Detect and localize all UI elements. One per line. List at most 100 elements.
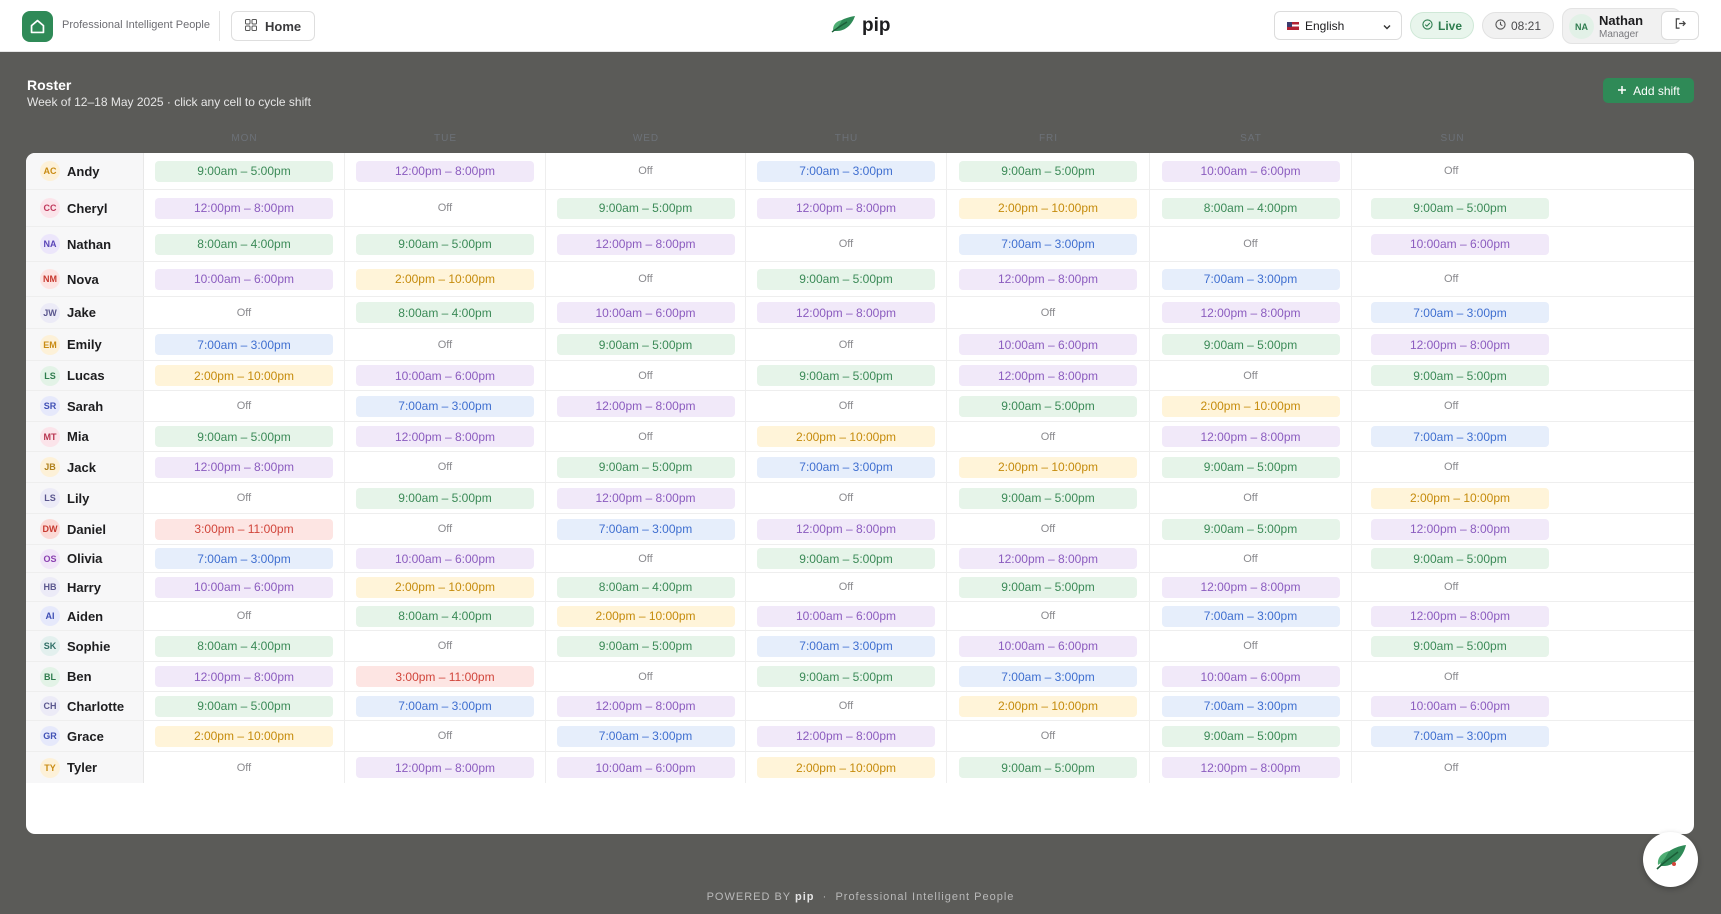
shift-cell-thu[interactable]: Off	[746, 483, 947, 513]
shift-cell-tue[interactable]: Off	[345, 721, 546, 751]
shift-cell-fri[interactable]: 7:00am – 3:00pm	[947, 227, 1150, 261]
shift-cell-thu[interactable]: 2:00pm – 10:00pm	[746, 752, 947, 783]
home-button[interactable]: Home	[231, 11, 315, 41]
shift-cell-mon[interactable]: 2:00pm – 10:00pm	[144, 721, 345, 751]
shift-cell-mon[interactable]: 12:00pm – 8:00pm	[144, 452, 345, 482]
shift-cell-thu[interactable]: Off	[746, 692, 947, 720]
shift-cell-sun[interactable]: Off	[1352, 573, 1694, 601]
shift-cell-wed[interactable]: Off	[546, 545, 746, 572]
shift-cell-tue[interactable]: Off	[345, 631, 546, 661]
shift-cell-sat[interactable]: 9:00am – 5:00pm	[1150, 329, 1352, 360]
shift-cell-tue[interactable]: 9:00am – 5:00pm	[345, 227, 546, 261]
shift-cell-sun[interactable]: 2:00pm – 10:00pm	[1352, 483, 1694, 513]
shift-cell-mon[interactable]: 2:00pm – 10:00pm	[144, 361, 345, 390]
shift-cell-mon[interactable]: 9:00am – 5:00pm	[144, 692, 345, 720]
shift-cell-sat[interactable]: 12:00pm – 8:00pm	[1150, 422, 1352, 451]
shift-cell-sun[interactable]: 7:00am – 3:00pm	[1352, 297, 1694, 328]
shift-cell-sun[interactable]: Off	[1352, 452, 1694, 482]
shift-cell-fri[interactable]: 10:00am – 6:00pm	[947, 631, 1150, 661]
shift-cell-mon[interactable]: Off	[144, 752, 345, 783]
shift-cell-sun[interactable]: Off	[1352, 153, 1694, 189]
shift-cell-fri[interactable]: Off	[947, 721, 1150, 751]
shift-cell-sat[interactable]: Off	[1150, 361, 1352, 390]
shift-cell-sat[interactable]: 7:00am – 3:00pm	[1150, 692, 1352, 720]
shift-cell-sun[interactable]: 7:00am – 3:00pm	[1352, 721, 1694, 751]
shift-cell-mon[interactable]: Off	[144, 602, 345, 630]
shift-cell-sun[interactable]: 9:00am – 5:00pm	[1352, 545, 1694, 572]
shift-cell-sat[interactable]: Off	[1150, 545, 1352, 572]
shift-cell-wed[interactable]: Off	[546, 361, 746, 390]
shift-cell-tue[interactable]: Off	[345, 452, 546, 482]
shift-cell-wed[interactable]: 10:00am – 6:00pm	[546, 297, 746, 328]
shift-cell-fri[interactable]: 10:00am – 6:00pm	[947, 329, 1150, 360]
shift-cell-mon[interactable]: 10:00am – 6:00pm	[144, 573, 345, 601]
shift-cell-fri[interactable]: 9:00am – 5:00pm	[947, 391, 1150, 421]
shift-cell-fri[interactable]: 2:00pm – 10:00pm	[947, 190, 1150, 226]
shift-cell-sat[interactable]: 12:00pm – 8:00pm	[1150, 752, 1352, 783]
shift-cell-thu[interactable]: Off	[746, 227, 947, 261]
shift-cell-tue[interactable]: 12:00pm – 8:00pm	[345, 153, 546, 189]
shift-cell-tue[interactable]: Off	[345, 514, 546, 544]
shift-cell-wed[interactable]: 9:00am – 5:00pm	[546, 452, 746, 482]
shift-cell-mon[interactable]: 12:00pm – 8:00pm	[144, 190, 345, 226]
shift-cell-mon[interactable]: 12:00pm – 8:00pm	[144, 662, 345, 691]
brand-logo-icon[interactable]	[22, 11, 53, 42]
shift-cell-thu[interactable]: 7:00am – 3:00pm	[746, 452, 947, 482]
assistant-button[interactable]	[1643, 832, 1698, 887]
shift-cell-tue[interactable]: 2:00pm – 10:00pm	[345, 262, 546, 296]
shift-cell-tue[interactable]: 8:00am – 4:00pm	[345, 297, 546, 328]
shift-cell-thu[interactable]: 2:00pm – 10:00pm	[746, 422, 947, 451]
shift-cell-wed[interactable]: 2:00pm – 10:00pm	[546, 602, 746, 630]
shift-cell-sat[interactable]: 10:00am – 6:00pm	[1150, 662, 1352, 691]
shift-cell-thu[interactable]: Off	[746, 329, 947, 360]
shift-cell-sat[interactable]: Off	[1150, 483, 1352, 513]
shift-cell-tue[interactable]: Off	[345, 329, 546, 360]
shift-cell-sat[interactable]: Off	[1150, 227, 1352, 261]
shift-cell-tue[interactable]: 3:00pm – 11:00pm	[345, 662, 546, 691]
shift-cell-wed[interactable]: 7:00am – 3:00pm	[546, 514, 746, 544]
shift-cell-thu[interactable]: 9:00am – 5:00pm	[746, 262, 947, 296]
shift-cell-mon[interactable]: Off	[144, 391, 345, 421]
shift-cell-mon[interactable]: 8:00am – 4:00pm	[144, 631, 345, 661]
shift-cell-mon[interactable]: 10:00am – 6:00pm	[144, 262, 345, 296]
shift-cell-sun[interactable]: Off	[1352, 262, 1694, 296]
shift-cell-tue[interactable]: 8:00am – 4:00pm	[345, 602, 546, 630]
shift-cell-sat[interactable]: 12:00pm – 8:00pm	[1150, 573, 1352, 601]
language-select[interactable]: English	[1274, 11, 1402, 40]
add-shift-button[interactable]: Add shift	[1603, 78, 1694, 103]
shift-cell-sun[interactable]: 7:00am – 3:00pm	[1352, 422, 1694, 451]
shift-cell-sat[interactable]: 8:00am – 4:00pm	[1150, 190, 1352, 226]
shift-cell-fri[interactable]: 2:00pm – 10:00pm	[947, 452, 1150, 482]
shift-cell-mon[interactable]: Off	[144, 297, 345, 328]
shift-cell-wed[interactable]: 8:00am – 4:00pm	[546, 573, 746, 601]
shift-cell-tue[interactable]: 10:00am – 6:00pm	[345, 361, 546, 390]
shift-cell-tue[interactable]: 7:00am – 3:00pm	[345, 391, 546, 421]
shift-cell-sat[interactable]: 7:00am – 3:00pm	[1150, 602, 1352, 630]
shift-cell-sat[interactable]: 7:00am – 3:00pm	[1150, 262, 1352, 296]
shift-cell-thu[interactable]: 9:00am – 5:00pm	[746, 545, 947, 572]
shift-cell-wed[interactable]: 9:00am – 5:00pm	[546, 631, 746, 661]
shift-cell-mon[interactable]: 3:00pm – 11:00pm	[144, 514, 345, 544]
shift-cell-thu[interactable]: 7:00am – 3:00pm	[746, 153, 947, 189]
shift-cell-thu[interactable]: 12:00pm – 8:00pm	[746, 190, 947, 226]
shift-cell-thu[interactable]: Off	[746, 391, 947, 421]
shift-cell-wed[interactable]: 7:00am – 3:00pm	[546, 721, 746, 751]
shift-cell-thu[interactable]: 10:00am – 6:00pm	[746, 602, 947, 630]
shift-cell-fri[interactable]: Off	[947, 422, 1150, 451]
shift-cell-fri[interactable]: Off	[947, 514, 1150, 544]
shift-cell-tue[interactable]: 12:00pm – 8:00pm	[345, 422, 546, 451]
shift-cell-wed[interactable]: 12:00pm – 8:00pm	[546, 227, 746, 261]
shift-cell-wed[interactable]: 12:00pm – 8:00pm	[546, 483, 746, 513]
shift-cell-fri[interactable]: 9:00am – 5:00pm	[947, 573, 1150, 601]
shift-cell-fri[interactable]: 12:00pm – 8:00pm	[947, 361, 1150, 390]
shift-cell-mon[interactable]: 7:00am – 3:00pm	[144, 545, 345, 572]
shift-cell-fri[interactable]: 12:00pm – 8:00pm	[947, 545, 1150, 572]
shift-cell-wed[interactable]: 9:00am – 5:00pm	[546, 329, 746, 360]
shift-cell-wed[interactable]: 12:00pm – 8:00pm	[546, 692, 746, 720]
shift-cell-mon[interactable]: Off	[144, 483, 345, 513]
shift-cell-sat[interactable]: 9:00am – 5:00pm	[1150, 514, 1352, 544]
shift-cell-fri[interactable]: 9:00am – 5:00pm	[947, 153, 1150, 189]
shift-cell-fri[interactable]: Off	[947, 602, 1150, 630]
shift-cell-sun[interactable]: 9:00am – 5:00pm	[1352, 190, 1694, 226]
shift-cell-tue[interactable]: 7:00am – 3:00pm	[345, 692, 546, 720]
